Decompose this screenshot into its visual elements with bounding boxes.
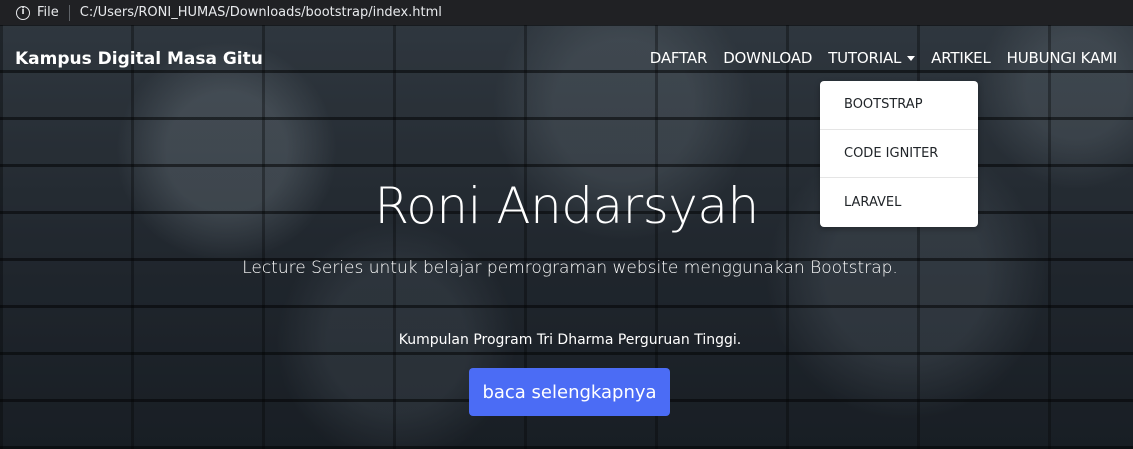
url-field[interactable]: C:/Users/RONI_HUMAS/Downloads/bootstrap/… (80, 5, 442, 20)
brand-link[interactable]: Kampus Digital Masa Gitu (15, 49, 263, 69)
nav-link-hubungi-kami[interactable]: HUBUNGI KAMI (1007, 49, 1118, 67)
address-separator (68, 4, 70, 21)
dropdown-item-bootstrap[interactable]: BOOTSTRAP (820, 81, 978, 130)
info-icon[interactable]: i (16, 5, 30, 20)
nav-link-artikel[interactable]: ARTIKEL (931, 49, 991, 67)
browser-address-bar: i File C:/Users/RONI_HUMAS/Downloads/boo… (0, 0, 1133, 25)
dropdown-item-code-igniter[interactable]: CODE IGNITER (820, 130, 978, 179)
nav-link-daftar[interactable]: DAFTAR (650, 49, 708, 67)
hero-section: Kampus Digital Masa Gitu DAFTAR DOWNLOAD… (0, 25, 1133, 449)
hero-lead: Lecture Series untuk belajar pemrograman… (242, 258, 898, 278)
tutorial-label: TUTORIAL (828, 49, 902, 67)
file-label: File (37, 5, 59, 20)
hero-title: Roni Andarsyah (374, 177, 759, 235)
caret-down-icon (907, 56, 916, 61)
nav-link-tutorial[interactable]: TUTORIAL (828, 49, 916, 67)
read-more-button[interactable]: baca selengkapnya (469, 368, 670, 416)
nav-links: DAFTAR DOWNLOAD TUTORIAL ARTIKEL HUBUNGI… (650, 49, 1117, 67)
nav-link-download[interactable]: DOWNLOAD (723, 49, 812, 67)
hero-subtitle: Kumpulan Program Tri Dharma Perguruan Ti… (398, 332, 742, 348)
